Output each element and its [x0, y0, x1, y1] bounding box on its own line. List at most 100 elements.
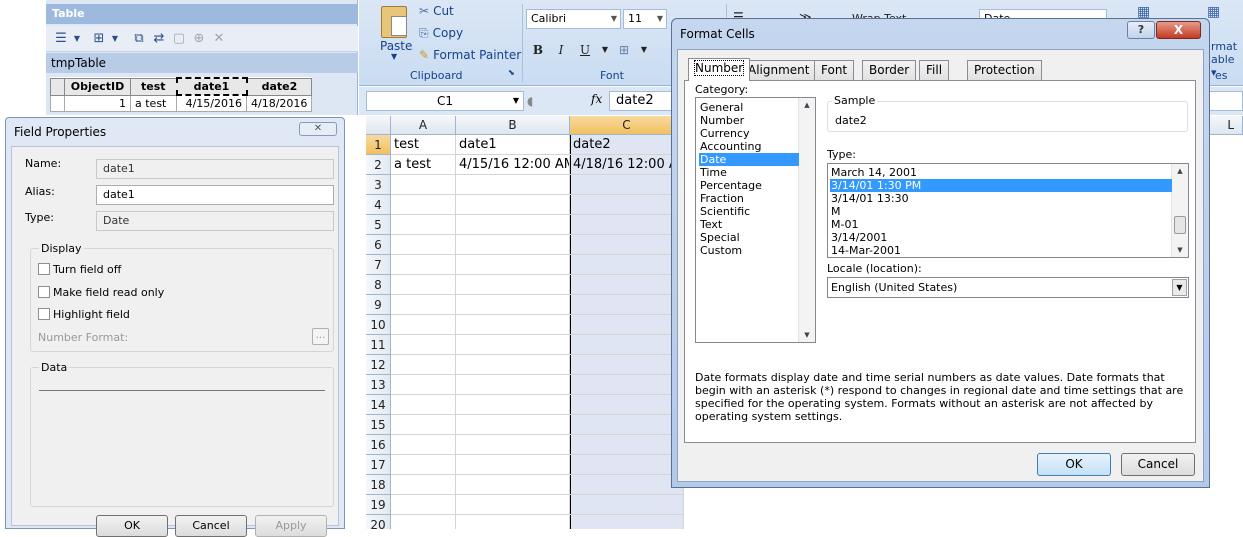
- category-item[interactable]: Custom: [699, 244, 799, 257]
- row-header[interactable]: 12: [366, 355, 391, 375]
- type-item[interactable]: 3/14/2001: [830, 231, 1172, 244]
- scroll-down-icon[interactable]: ▼: [799, 331, 815, 339]
- sheet-cell[interactable]: [570, 295, 684, 315]
- ok-button[interactable]: OK: [1037, 453, 1111, 476]
- sheet-cell[interactable]: [391, 255, 456, 275]
- row-header[interactable]: 9: [366, 295, 391, 315]
- table-tab-name[interactable]: tmpTable: [46, 53, 358, 73]
- sheet-cell[interactable]: [456, 375, 570, 395]
- format-as-table-icon[interactable]: ▦: [1207, 4, 1220, 20]
- row-header[interactable]: 8: [366, 275, 391, 295]
- chevron-down-icon[interactable]: ▼: [634, 40, 654, 60]
- row-header[interactable]: 20: [366, 515, 391, 529]
- tab-alignment[interactable]: Alignment: [741, 60, 817, 80]
- type-item[interactable]: M: [830, 205, 1172, 218]
- category-item[interactable]: Special: [699, 231, 799, 244]
- sheet-cell[interactable]: [391, 435, 456, 455]
- row-header[interactable]: 6: [366, 235, 391, 255]
- sheet-cell[interactable]: 4/18/16 12:00 A: [570, 155, 684, 175]
- sheet-cell[interactable]: [456, 515, 570, 529]
- name-box[interactable]: C1 ▼: [366, 91, 524, 111]
- row-header[interactable]: 18: [366, 475, 391, 495]
- turn-field-off-checkbox[interactable]: Turn field off: [38, 263, 121, 276]
- table-cell[interactable]: 4/18/2016: [245, 94, 313, 112]
- select-all-corner[interactable]: [366, 116, 391, 135]
- column-header-b[interactable]: B: [456, 116, 570, 135]
- sheet-cell[interactable]: [456, 315, 570, 335]
- sheet-cell[interactable]: [570, 275, 684, 295]
- sheet-cell[interactable]: [570, 335, 684, 355]
- type-item[interactable]: 14-Mar-2001: [830, 244, 1172, 257]
- sheet-cell[interactable]: [456, 235, 570, 255]
- category-item[interactable]: Percentage: [699, 179, 799, 192]
- row-header[interactable]: 5: [366, 215, 391, 235]
- formula-bar-resize-icon[interactable]: ◖: [527, 91, 543, 111]
- italic-button[interactable]: I: [551, 40, 571, 60]
- tab-protection[interactable]: Protection: [967, 60, 1042, 80]
- cancel-button[interactable]: Cancel: [175, 515, 247, 537]
- row-header[interactable]: 15: [366, 415, 391, 435]
- sheet-cell[interactable]: [570, 515, 684, 529]
- column-header-test[interactable]: test: [130, 77, 177, 96]
- tab-fill[interactable]: Fill: [919, 60, 950, 80]
- number-format-button[interactable]: ...: [312, 328, 329, 345]
- type-item[interactable]: M-01: [830, 218, 1172, 231]
- sheet-cell[interactable]: date2: [570, 135, 684, 155]
- delete-selected-icon[interactable]: ✕: [210, 30, 228, 48]
- paste-icon[interactable]: [381, 6, 407, 38]
- chevron-down-icon[interactable]: ▼: [391, 52, 397, 61]
- apply-button[interactable]: Apply: [255, 515, 327, 537]
- sheet-cell[interactable]: [456, 215, 570, 235]
- column-header-date2[interactable]: date2: [245, 77, 313, 96]
- table-cell[interactable]: a test: [130, 94, 177, 112]
- sheet-cell[interactable]: [570, 215, 684, 235]
- cut-button[interactable]: ✂ Cut: [419, 4, 454, 18]
- sheet-cell[interactable]: [391, 495, 456, 515]
- sheet-cell[interactable]: [391, 335, 456, 355]
- sheet-cell[interactable]: [456, 175, 570, 195]
- sheet-cell[interactable]: [570, 315, 684, 335]
- row-header[interactable]: 14: [366, 395, 391, 415]
- row-selector-header[interactable]: [50, 77, 65, 96]
- sheet-cell[interactable]: test: [391, 135, 456, 155]
- sheet-cell[interactable]: [456, 475, 570, 495]
- sheet-cell[interactable]: [456, 195, 570, 215]
- row-header[interactable]: 17: [366, 455, 391, 475]
- sheet-cell[interactable]: date1: [456, 135, 570, 155]
- clear-selection-icon[interactable]: ▢: [170, 30, 188, 48]
- tab-border[interactable]: Border: [862, 60, 917, 80]
- sheet-cell[interactable]: [391, 195, 456, 215]
- sheet-cell[interactable]: [570, 375, 684, 395]
- zoom-to-selected-icon[interactable]: ⊕: [190, 30, 208, 48]
- cancel-button[interactable]: Cancel: [1121, 453, 1195, 476]
- column-header-objectid[interactable]: ObjectID: [64, 77, 131, 96]
- sheet-cell[interactable]: [570, 415, 684, 435]
- row-header[interactable]: 1: [366, 135, 391, 155]
- sheet-cell[interactable]: [456, 275, 570, 295]
- underline-button[interactable]: U: [575, 40, 595, 60]
- scroll-thumb[interactable]: [1174, 216, 1186, 234]
- category-item[interactable]: Scientific: [699, 205, 799, 218]
- clipboard-launcher-icon[interactable]: ⬊: [508, 68, 515, 77]
- row-header[interactable]: 7: [366, 255, 391, 275]
- table-row[interactable]: 1 a test 4/15/2016 4/18/2016: [50, 94, 313, 112]
- read-only-checkbox[interactable]: Make field read only: [38, 286, 164, 299]
- help-button[interactable]: ?: [1127, 21, 1155, 39]
- sheet-cell[interactable]: [570, 235, 684, 255]
- format-painter-button[interactable]: ✎ Format Painter: [419, 48, 521, 62]
- sheet-cell[interactable]: a test: [391, 155, 456, 175]
- sheet-cell[interactable]: [456, 295, 570, 315]
- row-header[interactable]: 2: [366, 155, 391, 175]
- category-item[interactable]: Accounting: [699, 140, 799, 153]
- chevron-down-icon[interactable]: ▼: [106, 30, 124, 48]
- row-header[interactable]: 16: [366, 435, 391, 455]
- scroll-up-icon[interactable]: ▲: [1172, 167, 1188, 175]
- alias-field[interactable]: date1: [96, 185, 334, 205]
- copy-button[interactable]: ⎘ Copy: [419, 26, 463, 41]
- table-cell[interactable]: 4/15/2016: [176, 94, 247, 112]
- sheet-cell[interactable]: [391, 395, 456, 415]
- bold-button[interactable]: B: [528, 40, 548, 60]
- row-header[interactable]: 4: [366, 195, 391, 215]
- sheet-cell[interactable]: [570, 455, 684, 475]
- tab-number[interactable]: Number: [688, 58, 751, 81]
